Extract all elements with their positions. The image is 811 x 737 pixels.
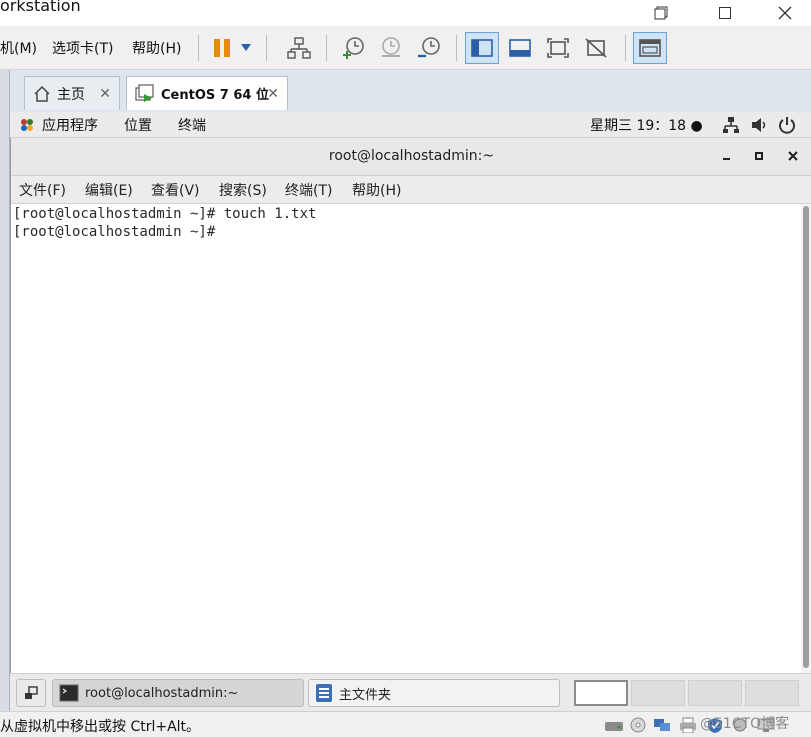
close-icon (778, 6, 792, 20)
status-message: 从虚拟机中移出或按 Ctrl+Alt。 (0, 719, 201, 735)
network-adapter-icon[interactable] (652, 717, 672, 733)
power-dropdown-button[interactable] (236, 32, 256, 64)
task-terminal[interactable]: root@localhostadmin:~ (52, 679, 304, 707)
tab-home-label: 主页 (57, 86, 85, 103)
volume-icon[interactable] (750, 116, 768, 138)
thumbnail-view-icon (509, 39, 531, 57)
menu-terminal[interactable]: 终端(T) (285, 180, 332, 200)
revert-clock-icon (382, 37, 400, 57)
scrollbar-thumb[interactable] (803, 206, 809, 668)
terminal-scrollbar[interactable] (801, 204, 811, 673)
terminal-line: [root@localhostadmin ~]# touch 1.txt (13, 206, 317, 222)
app-title: orkstation (0, 0, 81, 15)
window-titlebar: orkstation (0, 0, 811, 26)
terminal-menu[interactable]: 终端 (178, 115, 206, 135)
terminal-output[interactable]: [root@localhostadmin ~]# touch 1.txt [ro… (11, 204, 801, 673)
close-tab-icon[interactable]: ✕ (99, 86, 111, 102)
toolbar-separator (456, 35, 457, 61)
pause-icon (214, 39, 230, 57)
unity-disabled-icon (585, 38, 607, 58)
minimize-icon (723, 158, 730, 160)
workspace-3[interactable] (688, 680, 742, 706)
clock[interactable]: 星期三 19：18 ● (590, 115, 703, 135)
workspace-2[interactable] (631, 680, 685, 706)
terminal-title: root@localhostadmin:~ (328, 148, 495, 164)
power-icon[interactable] (778, 116, 796, 138)
applications-menu[interactable]: 应用程序 (42, 115, 98, 135)
file-manager-icon (316, 684, 332, 702)
workspace-4[interactable] (745, 680, 799, 706)
terminal-close-button[interactable] (781, 144, 805, 168)
watermark: @51CTO博客 (700, 716, 790, 732)
network-keys-icon (287, 37, 311, 59)
printer-icon[interactable] (678, 717, 698, 733)
snapshot-manager-button[interactable] (412, 32, 446, 64)
fullscreen-icon (547, 38, 569, 58)
home-icon (34, 85, 50, 102)
menu-tabs[interactable]: 选项卡(T) (52, 38, 113, 58)
menu-help[interactable]: 帮助(H) (132, 38, 181, 58)
gnome-bottom-panel: root@localhostadmin:~ 主文件夹 (10, 673, 811, 711)
maximize-icon (719, 7, 731, 19)
toolbar-separator (326, 35, 327, 61)
menu-search[interactable]: 搜索(S) (219, 180, 267, 200)
menu-help[interactable]: 帮助(H) (352, 180, 401, 200)
terminal-icon (59, 684, 79, 702)
show-desktop-button[interactable] (16, 679, 46, 707)
restore-icon (654, 6, 668, 20)
task-files[interactable]: 主文件夹 (308, 679, 560, 707)
close-button[interactable] (762, 0, 808, 26)
cd-dvd-icon[interactable] (628, 717, 648, 733)
workspace-1[interactable] (574, 680, 628, 706)
snapshot-button[interactable] (336, 32, 370, 64)
hard-disk-icon[interactable] (604, 717, 624, 733)
revert-snapshot-button[interactable] (374, 32, 408, 64)
snapshot-manager-icon (418, 37, 440, 58)
console-view-button[interactable] (633, 32, 667, 64)
terminal-line: [root@localhostadmin ~]# (13, 224, 224, 240)
menu-machine[interactable]: 机(M) (0, 38, 37, 58)
library-panel-edge (0, 70, 10, 711)
close-icon (788, 151, 798, 161)
toolbar-separator (625, 35, 626, 61)
menu-file[interactable]: 文件(F) (19, 180, 66, 200)
terminal-maximize-button[interactable] (747, 144, 771, 168)
snapshot-clock-icon (343, 37, 364, 59)
thumbnail-bar-button[interactable] (503, 32, 537, 64)
fullscreen-button[interactable] (541, 32, 575, 64)
terminal-window: root@localhostadmin:~ 文件(F) 编辑(E) 查看(V) … (10, 138, 811, 673)
places-menu[interactable]: 位置 (124, 115, 152, 135)
send-ctrl-alt-del-button[interactable] (282, 32, 316, 64)
task-files-label: 主文件夹 (339, 687, 392, 703)
terminal-titlebar: root@localhostadmin:~ (11, 138, 811, 176)
library-view-icon (471, 39, 493, 57)
show-library-button[interactable] (465, 32, 499, 64)
tab-centos-vm[interactable]: CentOS 7 64 位 ✕ (126, 76, 288, 110)
maximize-button[interactable] (702, 0, 748, 26)
menu-view[interactable]: 查看(V) (151, 180, 200, 200)
menu-edit[interactable]: 编辑(E) (85, 180, 133, 200)
tab-strip: 主页 ✕ CentOS 7 64 位 ✕ (10, 70, 811, 112)
chevron-down-icon (241, 44, 251, 51)
vm-running-icon (135, 83, 154, 102)
gnome-foot-icon (18, 116, 36, 138)
tab-centos-label: CentOS 7 64 位 (161, 88, 269, 103)
pause-button[interactable] (206, 32, 240, 64)
restore-button[interactable] (638, 0, 684, 26)
vmware-statusbar: 从虚拟机中移出或按 Ctrl+Alt。 @51CTO博客 (0, 711, 811, 737)
toolbar-separator (266, 35, 267, 61)
terminal-menubar: 文件(F) 编辑(E) 查看(V) 搜索(S) 终端(T) 帮助(H) (11, 176, 811, 204)
vmware-toolbar: 机(M) 选项卡(T) 帮助(H) (0, 26, 811, 70)
show-desktop-icon (25, 686, 38, 699)
close-tab-icon[interactable]: ✕ (267, 86, 279, 102)
tab-home[interactable]: 主页 ✕ (24, 76, 120, 110)
gnome-top-bar: 应用程序 位置 终端 星期三 19：18 ● (10, 112, 811, 138)
unity-button[interactable] (579, 32, 613, 64)
maximize-icon (755, 152, 763, 160)
terminal-minimize-button[interactable] (715, 144, 739, 168)
task-terminal-label: root@localhostadmin:~ (85, 685, 239, 701)
console-view-icon (639, 39, 661, 57)
toolbar-separator (198, 35, 199, 61)
network-icon[interactable] (722, 116, 740, 138)
